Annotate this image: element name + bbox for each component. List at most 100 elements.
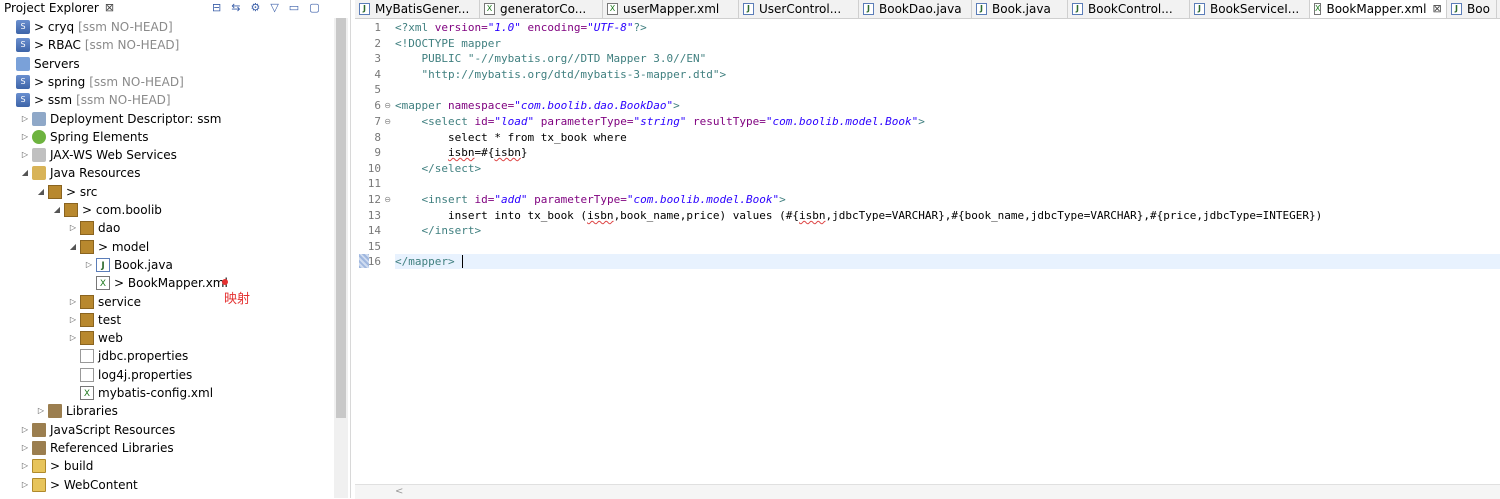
line-number: 11 [367,177,381,190]
tree-item-label: Spring Elements [50,129,149,144]
tree-vertical-scrollbar[interactable] [334,18,348,498]
tree-item[interactable]: ◢ > src [36,183,97,201]
tree-item[interactable]: S > spring [ssm NO-HEAD] [4,73,184,91]
editor-horizontal-scrollbar[interactable]: < [355,484,1500,499]
collapse-all-icon[interactable]: ⊟ [212,0,221,16]
tree-item[interactable]: Xmybatis-config.xml [68,384,213,402]
line-number: 5 [374,83,381,96]
tree-item[interactable]: ▷ JavaScript Resources [20,421,175,439]
tree-item[interactable]: S > RBAC [ssm NO-HEAD] [4,36,179,54]
tree-item-label: Book.java [114,257,173,272]
collapsed-arrow-icon[interactable]: ▷ [84,256,94,274]
editor-tab[interactable]: J Boo [1447,0,1497,18]
tree-item[interactable]: ◢ > model [68,238,149,256]
collapsed-arrow-icon[interactable]: ▷ [68,329,78,347]
tree-item[interactable]: ▷ Libraries [36,402,118,420]
folder-icon [32,459,46,474]
tree-item[interactable]: ▷ JAX-WS Web Services [20,146,177,164]
annotation-dot [222,279,228,285]
collapsed-arrow-icon[interactable]: ▷ [20,128,30,146]
code-line: </select> [395,162,482,175]
collapsed-arrow-icon[interactable]: ▷ [20,439,30,457]
scroll-left-icon[interactable]: < [395,485,403,499]
fold-toggle-icon[interactable]: ⊖ [384,192,391,207]
tree-item-label: > com.boolib [82,203,162,217]
collapsed-arrow-icon[interactable]: ▷ [68,311,78,329]
editor-tab[interactable]: J BookDao.java [859,0,972,18]
view-menu-icon[interactable]: ▽ [270,0,278,16]
fold-toggle-icon[interactable]: ⊖ [384,98,391,113]
collapsed-arrow-icon[interactable]: ▷ [20,110,30,128]
line-number: 4 [374,68,381,81]
tree-item-label: > model [98,239,150,254]
close-view-icon[interactable]: ⊠ [105,0,114,16]
editor-tab[interactable]: XuserMapper.xml [603,0,739,18]
package-icon [80,239,94,254]
code-line: "http://mybatis.org/dtd/mybatis-3-mapper… [395,68,727,81]
tree-item[interactable]: log4j.properties [68,366,192,384]
code-line: <mapper namespace="com.boolib.dao.BookDa… [395,99,680,112]
maximize-icon[interactable]: ▢ [309,0,319,16]
project-explorer-title: Project Explorer [4,1,99,15]
expanded-arrow-icon[interactable]: ◢ [68,238,78,256]
code-line: PUBLIC "-//mybatis.org//DTD Mapper 3.0//… [395,52,707,65]
tree-item[interactable]: ◢ Java Resources [20,164,140,182]
editor-tab[interactable]: X BookMapper.xml ⊠ [1310,0,1447,18]
tree-item[interactable]: jdbc.properties [68,347,188,365]
editor-tab-label: BookControl... [1088,2,1173,16]
editor-tab[interactable]: J Book.java [972,0,1068,18]
tree-item[interactable]: ▷ Deployment Descriptor: ssm [20,110,221,128]
tree-item[interactable]: S > cryq [ssm NO-HEAD] [4,18,173,36]
tree-item-label: service [98,294,141,309]
server-folder-icon [16,56,30,71]
code-line-current: </mapper> [395,254,1500,269]
code-editor[interactable]: <?xml version="1.0" encoding="UTF-8"?> <… [395,20,1500,484]
tree-item[interactable]: ▷ test [68,311,121,329]
collapsed-arrow-icon[interactable]: ▷ [68,219,78,237]
link-editor-icon[interactable]: ⇆ [231,0,240,16]
tree-item-label: Java Resources [50,166,141,181]
fold-toggle-icon[interactable]: ⊖ [384,114,391,129]
project-explorer-header: Project Explorer ⊠ ⊟ ⇆ ⚙ ▽ ▭ ▢ [0,0,350,16]
tree-item[interactable]: ▷ > build [20,457,93,475]
collapsed-arrow-icon[interactable]: ▷ [36,402,46,420]
editor-tab[interactable]: J BookServiceI... [1190,0,1310,18]
editor-tab[interactable]: J MyBatisGener... [355,0,480,18]
tree-item[interactable]: S > ssm [ssm NO-HEAD] [4,91,171,109]
editor-tab[interactable]: XgeneratorCo... [480,0,603,18]
editor-tab[interactable]: J UserControl... [739,0,859,18]
tree-item-label: > cryq [34,20,75,34]
tree-item[interactable]: ▷ Spring Elements [20,128,148,146]
expanded-arrow-icon[interactable]: ◢ [36,183,46,201]
java-file-icon: J [1072,3,1083,15]
collapsed-arrow-icon[interactable]: ▷ [20,457,30,475]
collapsed-arrow-icon[interactable]: ▷ [68,293,78,311]
editor-tab-label: UserControl... [759,2,842,16]
line-number: 14 [367,224,381,237]
tree-item[interactable]: ▷ > WebContent [20,476,138,494]
collapsed-arrow-icon[interactable]: ▷ [20,146,30,164]
tree-item[interactable]: ▷ J Book.java [84,256,173,274]
editor-area: J MyBatisGener... XgeneratorCo... XuserMapp… [355,0,1500,499]
tree-item[interactable]: ▷ Referenced Libraries [20,439,174,457]
xml-file-icon: X [607,3,618,15]
tree-item[interactable]: Servers [4,55,80,73]
tree-item[interactable]: ◢ > com.boolib [52,201,162,219]
package-icon [80,221,94,236]
tree-item[interactable]: ▷ dao [68,219,120,237]
tree-item[interactable]: X > BookMapper.xml [84,274,228,292]
filter-icon[interactable]: ⚙ [250,0,260,16]
tree-item[interactable]: ▷ service [68,293,141,311]
collapsed-arrow-icon[interactable]: ▷ [20,476,30,494]
editor-tab-label: userMapper.xml [623,2,720,16]
expanded-arrow-icon[interactable]: ◢ [52,201,62,219]
collapsed-arrow-icon[interactable]: ▷ [20,421,30,439]
close-tab-icon[interactable]: ⊠ [1432,0,1441,18]
editor-tab[interactable]: J BookControl... [1068,0,1190,18]
tree-scroll-thumb[interactable] [336,18,346,418]
minimize-icon[interactable]: ▭ [289,0,299,16]
line-number: 13 [367,209,381,222]
tree-item[interactable]: ▷ web [68,329,123,347]
java-file-icon: J [1194,3,1205,15]
expanded-arrow-icon[interactable]: ◢ [20,164,30,182]
